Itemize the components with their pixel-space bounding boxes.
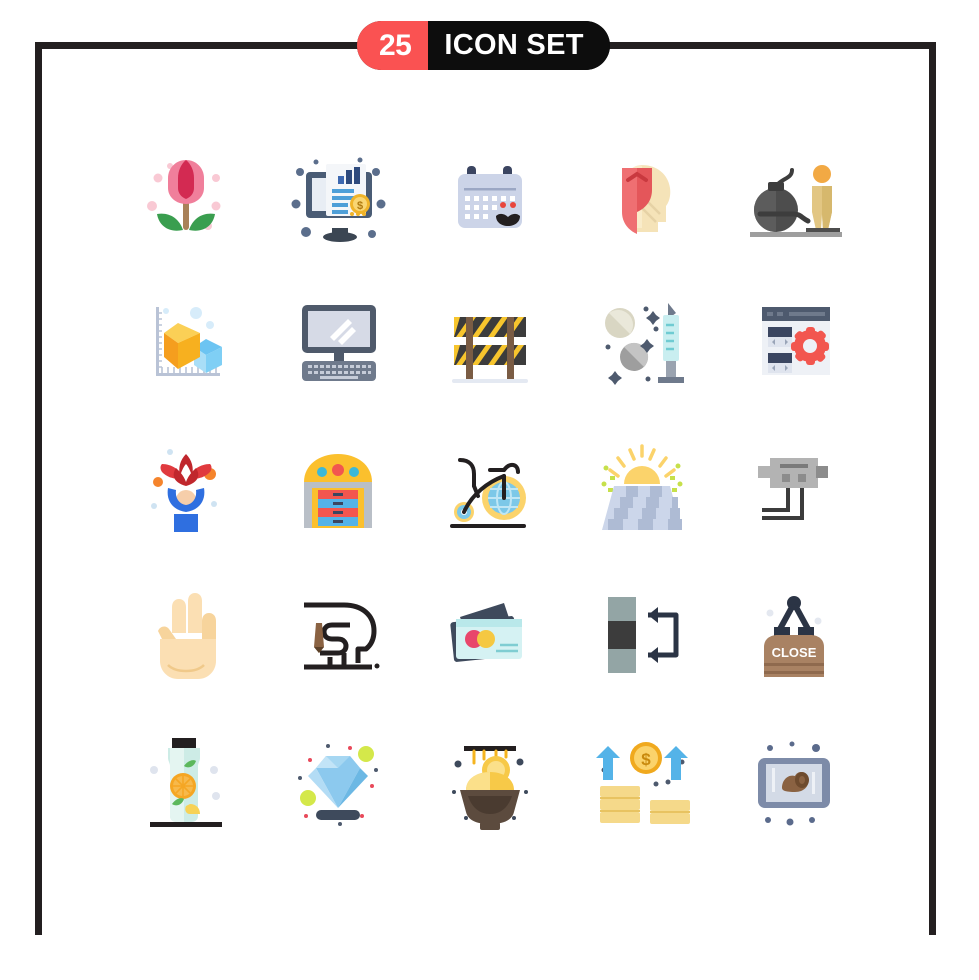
icon-slot-machine[interactable] bbox=[270, 420, 406, 556]
header-badge: 25 Icon Set bbox=[357, 21, 610, 70]
icon-coin-stacks-growth[interactable]: $ bbox=[574, 714, 710, 850]
icon-bomb-hazard-person[interactable] bbox=[726, 126, 862, 262]
icon-3d-cube-chart[interactable] bbox=[118, 273, 254, 409]
icon-movember-calendar[interactable] bbox=[422, 126, 558, 262]
svg-text:$: $ bbox=[641, 750, 651, 769]
icon-honey-bowl[interactable] bbox=[422, 714, 558, 850]
close-sign-label: CLOSE bbox=[772, 645, 817, 660]
icon-desktop-computer[interactable] bbox=[270, 273, 406, 409]
icon-framed-picture[interactable] bbox=[726, 714, 862, 850]
icon-credit-cards[interactable] bbox=[422, 567, 558, 703]
icon-hand-two-fingers[interactable] bbox=[118, 567, 254, 703]
icon-transfer-swap[interactable] bbox=[574, 567, 710, 703]
icon-close-sign[interactable]: CLOSE bbox=[726, 567, 862, 703]
icon-pills-syringe[interactable] bbox=[574, 273, 710, 409]
icon-count: 25 bbox=[357, 21, 429, 70]
icon-machine-component[interactable] bbox=[726, 420, 862, 556]
icon-financial-report-monitor[interactable]: $ bbox=[270, 126, 406, 262]
icon-creative-mind-maze[interactable] bbox=[270, 567, 406, 703]
svg-text:$: $ bbox=[357, 200, 363, 212]
icon-vintage-bicycle-globe[interactable] bbox=[422, 420, 558, 556]
icon-head-shield-protection[interactable] bbox=[574, 126, 710, 262]
icon-road-barrier[interactable] bbox=[422, 273, 558, 409]
icon-detox-water-jar[interactable] bbox=[118, 714, 254, 850]
icon-sunrise-field[interactable] bbox=[574, 420, 710, 556]
icon-set-page: 25 Icon Set bbox=[0, 0, 979, 980]
icon-tulip-flower[interactable] bbox=[118, 126, 254, 262]
icon-grid: $ CLOSE $ bbox=[110, 120, 870, 855]
icon-diamond[interactable] bbox=[270, 714, 406, 850]
page-title: Icon Set bbox=[428, 21, 610, 70]
icon-browser-settings-gear[interactable] bbox=[726, 273, 862, 409]
icon-person-celebration-lotus[interactable] bbox=[118, 420, 254, 556]
